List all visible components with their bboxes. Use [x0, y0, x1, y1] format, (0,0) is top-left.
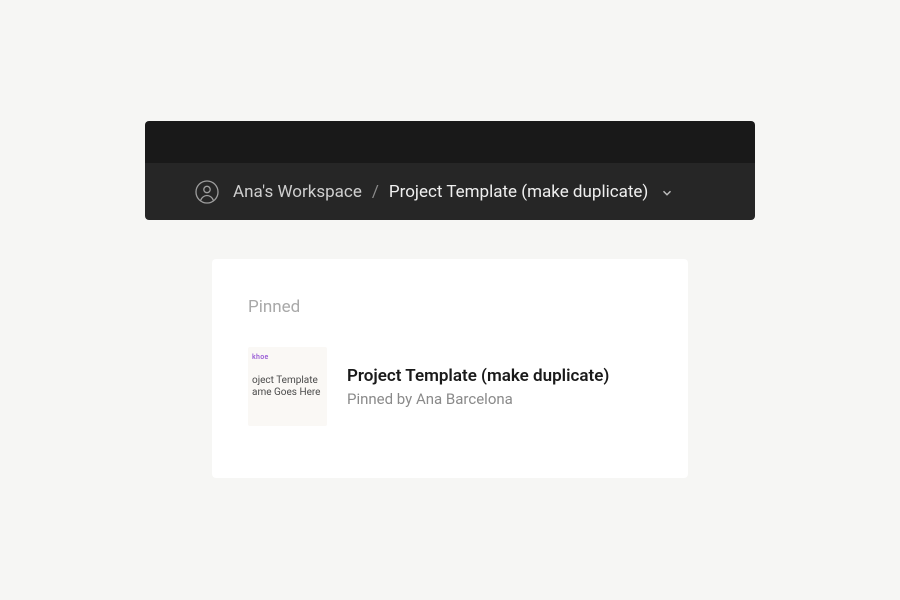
app-header: Ana's Workspace / Project Template (make… [145, 121, 755, 220]
pinned-item[interactable]: khoe oject Template ame Goes Here Projec… [248, 347, 652, 426]
pinned-section: Pinned khoe oject Template ame Goes Here… [212, 259, 688, 478]
pinned-item-info: Project Template (make duplicate) Pinned… [347, 366, 609, 408]
breadcrumb-separator: / [372, 182, 379, 202]
breadcrumb-current[interactable]: Project Template (make duplicate) [389, 182, 648, 202]
pinned-item-title: Project Template (make duplicate) [347, 366, 609, 386]
pinned-item-thumbnail: khoe oject Template ame Goes Here [248, 347, 327, 426]
user-avatar-icon[interactable] [195, 180, 219, 204]
thumbnail-tag: khoe [252, 353, 323, 361]
breadcrumb-bar: Ana's Workspace / Project Template (make… [145, 163, 755, 220]
header-top-bar [145, 121, 755, 163]
breadcrumb-workspace[interactable]: Ana's Workspace [233, 182, 362, 202]
pinned-item-subtitle: Pinned by Ana Barcelona [347, 390, 609, 408]
chevron-down-icon[interactable] [660, 185, 674, 199]
pinned-section-label: Pinned [248, 297, 652, 317]
thumbnail-line1: oject Template [252, 375, 323, 387]
breadcrumb: Ana's Workspace / Project Template (make… [233, 182, 674, 202]
thumbnail-line2: ame Goes Here [252, 387, 323, 399]
